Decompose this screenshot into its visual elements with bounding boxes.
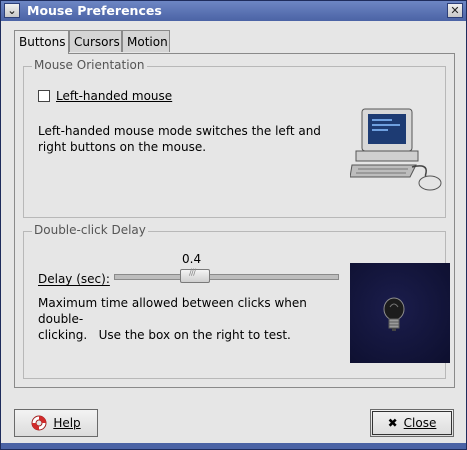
tab-motion[interactable]: Motion (122, 30, 170, 52)
mouse-preferences-window: ⌄ Mouse Preferences ✕ Buttons Cursors Mo… (0, 0, 467, 450)
close-x-icon: ✖ (387, 416, 398, 430)
double-click-label: Double-click Delay (32, 223, 148, 237)
orientation-description-line1: Left-handed mouse mode switches the left… (38, 124, 321, 138)
computer-mouse-icon (350, 108, 442, 191)
help-button[interactable]: Help (14, 409, 98, 437)
delay-slider-track[interactable] (114, 274, 339, 280)
lightbulb-icon (383, 297, 405, 331)
tab-buttons[interactable]: Buttons (14, 30, 69, 54)
delay-value: 0.4 (182, 252, 202, 266)
left-handed-checkbox-label[interactable]: Left-handed mouse (56, 89, 172, 103)
orientation-description-line2: right buttons on the mouse. (38, 140, 207, 154)
window-bottom-border (1, 443, 466, 449)
delay-description-line1: Maximum time allowed between clicks when… (38, 296, 307, 326)
double-click-frame: Double-click Delay 0.4 Delay (sec): Maxi… (23, 223, 450, 379)
help-button-label[interactable]: Help (53, 416, 80, 430)
lifebuoy-icon (31, 415, 47, 431)
window-title: Mouse Preferences (27, 3, 162, 18)
mouse-orientation-frame: Mouse Orientation Left-handed mouse Left… (23, 58, 446, 218)
delay-slider-thumb[interactable] (180, 268, 210, 283)
title-bar: ⌄ Mouse Preferences ✕ (1, 1, 466, 21)
tab-cursors[interactable]: Cursors (69, 30, 122, 52)
close-icon[interactable]: ✕ (447, 3, 463, 18)
left-handed-checkbox-row[interactable]: Left-handed mouse (38, 89, 172, 103)
delay-description-line2: clicking. Use the box on the right to te… (38, 328, 291, 342)
double-click-test-area[interactable] (350, 263, 450, 363)
delay-label: Delay (sec): (38, 272, 110, 286)
delay-description: Maximum time allowed between clicks when… (38, 295, 348, 343)
orientation-description: Left-handed mouse mode switches the left… (38, 123, 338, 155)
left-handed-checkbox[interactable] (38, 90, 50, 102)
mouse-orientation-label: Mouse Orientation (32, 58, 147, 72)
close-button-label[interactable]: Close (404, 416, 437, 430)
tab-panel: Mouse Orientation Left-handed mouse Left… (14, 53, 455, 388)
chevron-down-icon[interactable]: ⌄ (4, 3, 20, 18)
close-button[interactable]: ✖ Close (370, 409, 454, 437)
